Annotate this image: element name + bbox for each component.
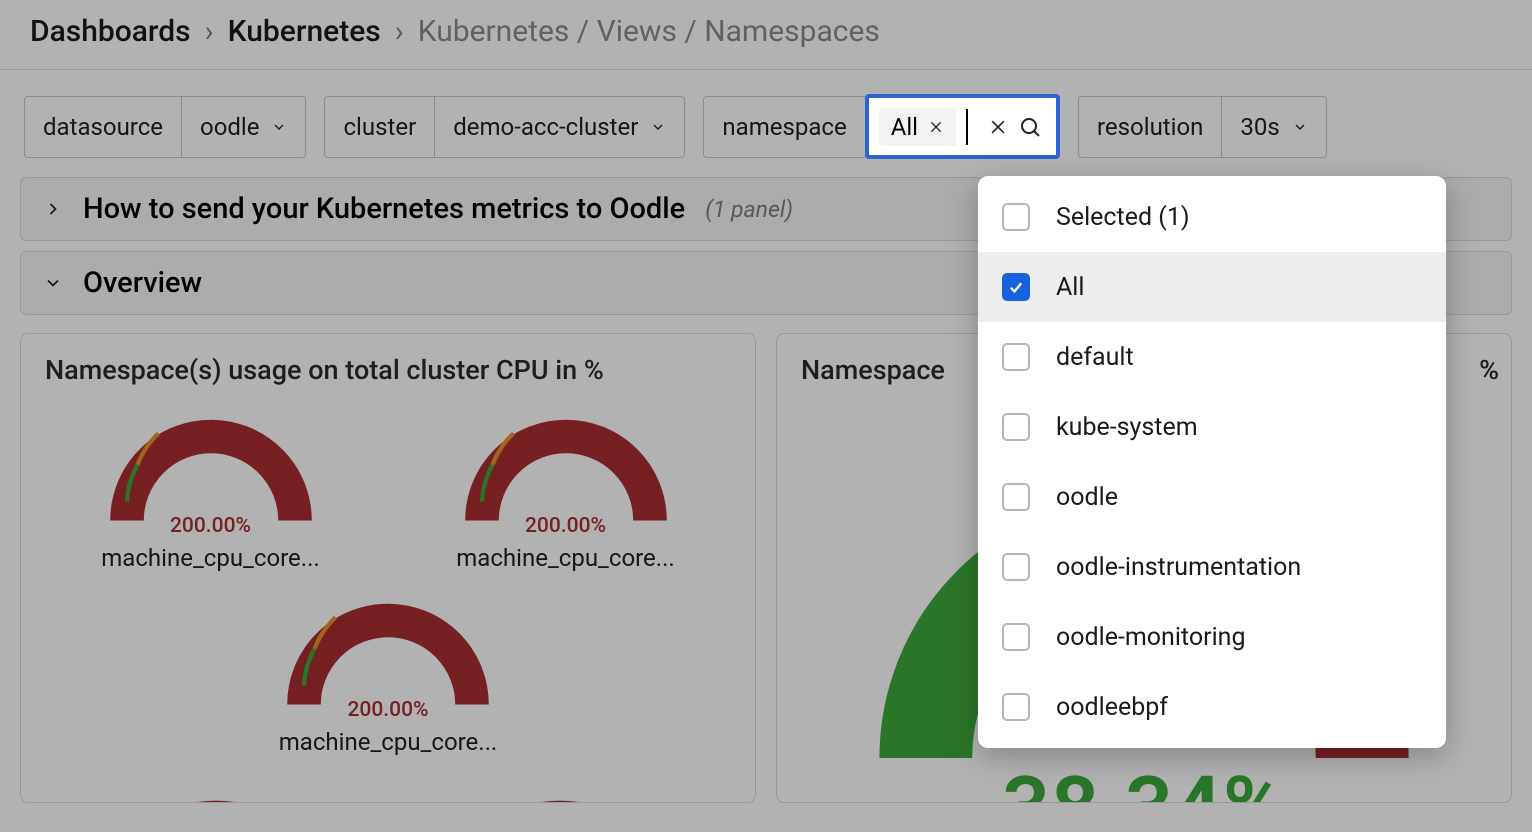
breadcrumb-current: Kubernetes / Views / Namespaces: [418, 14, 880, 49]
dropdown-option-oodleebpf[interactable]: oodleebpf: [978, 672, 1446, 742]
dropdown-option-label: oodleebpf: [1056, 693, 1168, 722]
dropdown-option-label: All: [1056, 273, 1084, 302]
breadcrumb-root[interactable]: Dashboards: [30, 14, 191, 49]
var-namespace-label-box: namespace: [703, 96, 864, 158]
section-howto-title: How to send your Kubernetes metrics to O…: [83, 192, 685, 226]
var-namespace-input[interactable]: All: [865, 94, 1060, 159]
dropdown-option-kube-system[interactable]: kube-system: [978, 392, 1446, 462]
chevron-down-icon: [1292, 119, 1308, 135]
dropdown-option-oodle-instrumentation[interactable]: oodle-instrumentation: [978, 532, 1446, 602]
section-overview-title: Overview: [83, 266, 202, 300]
var-cluster-value: demo-acc-cluster: [453, 113, 638, 141]
checkbox[interactable]: [1002, 413, 1030, 441]
var-resolution-value: 30s: [1240, 113, 1279, 141]
clear-all-icon[interactable]: [988, 117, 1008, 137]
cpu-gauge: 200.00%: [461, 398, 671, 538]
checkbox[interactable]: [1002, 623, 1030, 651]
cpu-gauge: 200.00%: [106, 398, 316, 538]
checkbox[interactable]: [1002, 483, 1030, 511]
checkbox-checked[interactable]: [1002, 273, 1030, 301]
var-namespace-label: namespace: [704, 97, 864, 157]
gauge-cell: 200.00% machine_cpu_core...: [400, 782, 720, 803]
chevron-right-icon: [43, 199, 63, 219]
var-resolution[interactable]: resolution 30s: [1078, 96, 1327, 158]
panel-cpu-title: Namespace(s) usage on total cluster CPU …: [45, 354, 743, 386]
namespace-tag-label: All: [891, 113, 918, 141]
panel-ram-title-prefix: Namespace: [801, 354, 945, 386]
breadcrumb-folder[interactable]: Kubernetes: [228, 14, 381, 49]
dropdown-option-label: oodle-monitoring: [1056, 623, 1246, 652]
dropdown-option-label: oodle: [1056, 483, 1118, 512]
dropdown-option-label: default: [1056, 343, 1134, 372]
breadcrumb-sep: ›: [205, 14, 214, 49]
panel-cpu: Namespace(s) usage on total cluster CPU …: [20, 333, 756, 803]
gauge-cell: 200.00% machine_cpu_core...: [56, 782, 376, 803]
checkbox[interactable]: [1002, 693, 1030, 721]
gauge-value: 200.00%: [106, 514, 316, 538]
variable-bar: datasource oodle cluster demo-acc-cluste…: [0, 70, 1532, 177]
dropdown-option-default[interactable]: default: [978, 322, 1446, 392]
breadcrumb-sep: ›: [395, 14, 404, 49]
dropdown-option-selected-count[interactable]: Selected (1): [978, 182, 1446, 252]
checkbox[interactable]: [1002, 343, 1030, 371]
cpu-gauge: 200.00%: [283, 582, 493, 722]
text-cursor: [966, 109, 968, 145]
var-datasource-value: oodle: [200, 113, 259, 141]
cpu-gauge: 200.00%: [420, 782, 700, 803]
gauge-label: machine_cpu_core...: [101, 544, 320, 572]
checkbox[interactable]: [1002, 553, 1030, 581]
chevron-down-icon: [650, 119, 666, 135]
panel-ram-title-pct: %: [1479, 354, 1499, 386]
chevron-down-icon: [271, 119, 287, 135]
namespace-dropdown[interactable]: Selected (1) All default kube-system ood…: [978, 176, 1446, 748]
var-cluster-label: cluster: [325, 97, 435, 157]
var-cluster[interactable]: cluster demo-acc-cluster: [324, 96, 685, 158]
dropdown-option-oodle[interactable]: oodle: [978, 462, 1446, 532]
var-resolution-label: resolution: [1079, 97, 1222, 157]
gauge-value: 200.00%: [283, 698, 493, 722]
var-datasource-label: datasource: [25, 97, 182, 157]
gauge-label: machine_cpu_core...: [456, 544, 675, 572]
ram-gauge-value: 38.34%: [1002, 758, 1286, 803]
dropdown-option-label: kube-system: [1056, 413, 1198, 442]
breadcrumb: Dashboards › Kubernetes › Kubernetes / V…: [0, 0, 1532, 70]
namespace-tag-all[interactable]: All: [879, 108, 956, 146]
gauge-cell: 200.00% machine_cpu_core...: [263, 582, 513, 756]
gauge-value: 200.00%: [461, 514, 671, 538]
dropdown-option-label: oodle-instrumentation: [1056, 553, 1301, 582]
section-howto-meta: (1 panel): [705, 196, 793, 223]
cpu-gauge: 200.00%: [76, 782, 356, 803]
gauge-cell: 200.00% machine_cpu_core...: [441, 398, 691, 572]
dropdown-option-oodle-monitoring[interactable]: oodle-monitoring: [978, 602, 1446, 672]
search-icon[interactable]: [1018, 115, 1042, 139]
dropdown-option-label: Selected (1): [1056, 203, 1190, 232]
chevron-down-icon: [43, 273, 63, 293]
checkbox[interactable]: [1002, 203, 1030, 231]
gauge-label: machine_cpu_core...: [279, 728, 498, 756]
close-icon[interactable]: [928, 119, 944, 135]
dropdown-option-all[interactable]: All: [978, 252, 1446, 322]
gauge-cell: 200.00% machine_cpu_core...: [86, 398, 336, 572]
var-datasource[interactable]: datasource oodle: [24, 96, 306, 158]
